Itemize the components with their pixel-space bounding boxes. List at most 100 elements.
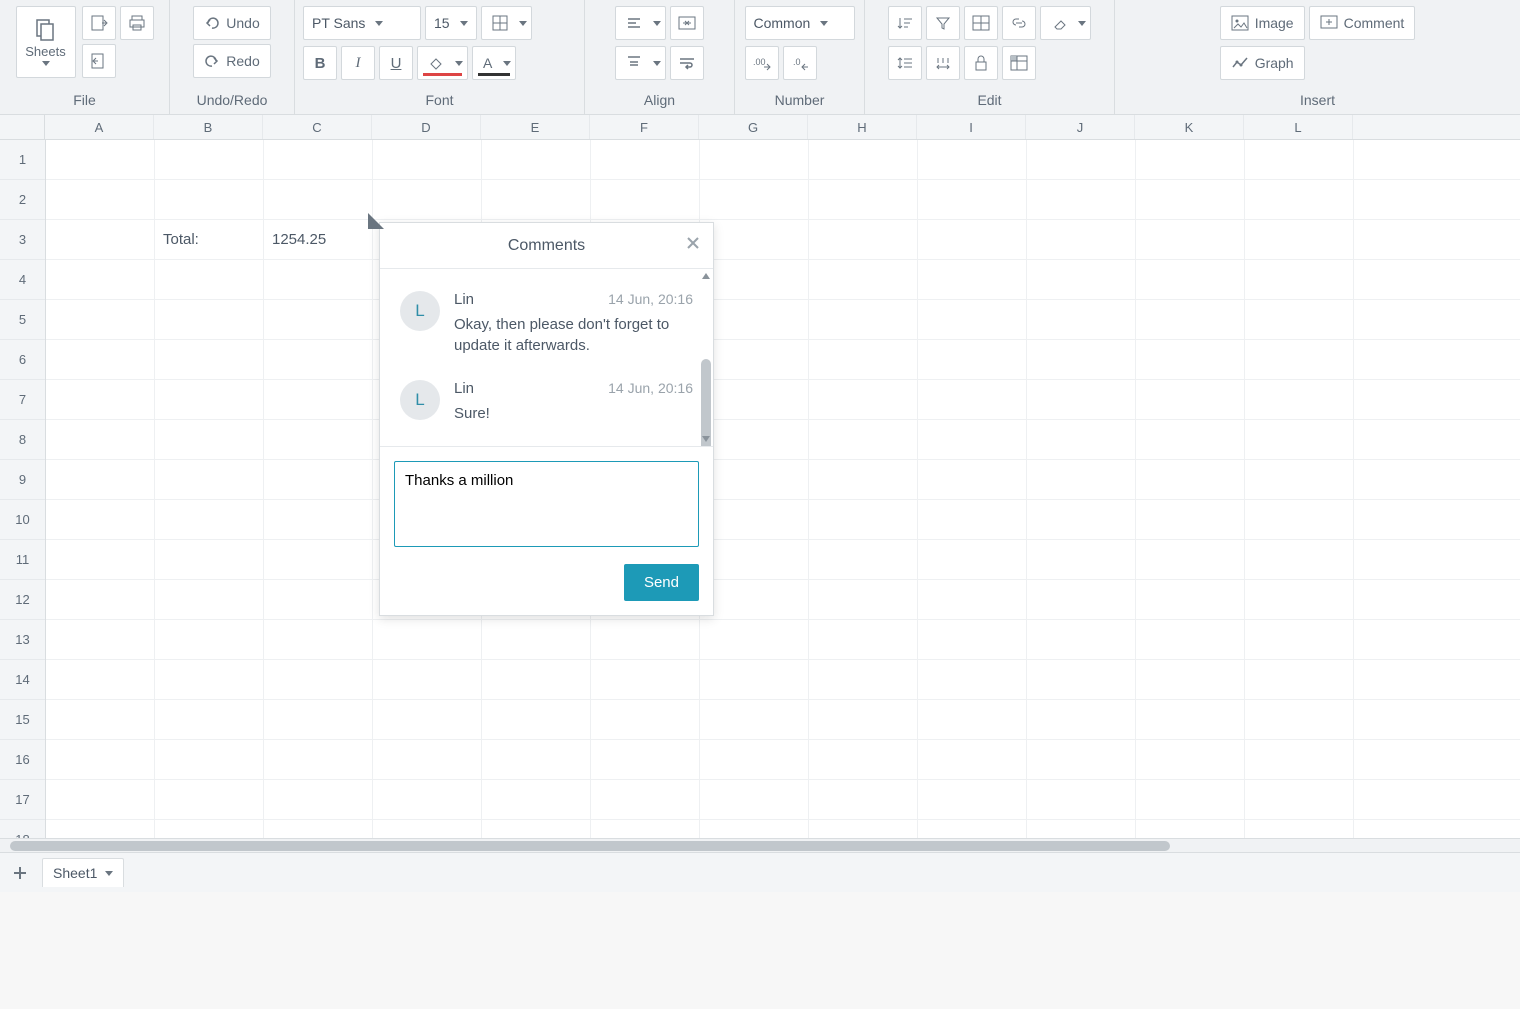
export-button[interactable] <box>82 44 116 78</box>
add-sheet-button[interactable] <box>6 859 34 887</box>
row-header[interactable]: 5 <box>0 300 45 340</box>
row-header[interactable]: 15 <box>0 700 45 740</box>
comments-title: Comments <box>508 237 585 255</box>
text-color-icon: A <box>483 55 492 71</box>
comment-input[interactable] <box>394 461 699 547</box>
row-header[interactable]: 2 <box>0 180 45 220</box>
row-header[interactable]: 12 <box>0 580 45 620</box>
increase-decimal-button[interactable]: .00 <box>745 46 779 80</box>
halign-button[interactable] <box>615 6 666 40</box>
lock-button[interactable] <box>964 46 998 80</box>
image-button[interactable]: Image <box>1220 6 1305 40</box>
chevron-down-icon <box>1078 21 1086 26</box>
valign-button[interactable] <box>615 46 666 80</box>
horizontal-scrollbar[interactable] <box>0 838 1520 852</box>
comment-text: Sure! <box>454 403 693 424</box>
link-button[interactable] <box>1002 6 1036 40</box>
col-header[interactable]: C <box>263 115 372 139</box>
row-header[interactable]: 11 <box>0 540 45 580</box>
row-header[interactable]: 3 <box>0 220 45 260</box>
row-header[interactable]: 10 <box>0 500 45 540</box>
close-icon <box>685 235 701 251</box>
decrease-decimal-button[interactable]: .0 <box>783 46 817 80</box>
italic-button[interactable]: I <box>341 46 375 80</box>
eraser-icon <box>1051 15 1067 31</box>
col-header[interactable]: A <box>45 115 154 139</box>
row-header[interactable]: 17 <box>0 780 45 820</box>
sort-button[interactable] <box>888 6 922 40</box>
freeze-button[interactable] <box>1002 46 1036 80</box>
comment-icon <box>1320 15 1338 31</box>
wrap-button[interactable] <box>670 46 704 80</box>
hscroll-thumb[interactable] <box>10 841 1170 851</box>
font-size-select[interactable]: 15 <box>425 6 477 40</box>
row-header[interactable]: 16 <box>0 740 45 780</box>
underline-button[interactable]: U <box>379 46 413 80</box>
export-icon <box>90 52 108 70</box>
row-header[interactable]: 8 <box>0 420 45 460</box>
sheet-tab[interactable]: Sheet1 <box>42 858 124 887</box>
row-header[interactable]: 13 <box>0 620 45 660</box>
col-header[interactable]: F <box>590 115 699 139</box>
group-align: Align <box>585 0 735 114</box>
col-width-button[interactable] <box>926 46 960 80</box>
number-format-select[interactable]: Common <box>745 6 855 40</box>
comment-author: Lin <box>454 380 474 397</box>
comments-scrollbar[interactable] <box>699 269 713 446</box>
underline-icon: U <box>391 55 402 72</box>
col-header[interactable]: J <box>1026 115 1135 139</box>
comment-button[interactable]: Comment <box>1309 6 1416 40</box>
clear-button[interactable] <box>1040 6 1091 40</box>
graph-button[interactable]: Graph <box>1220 46 1305 80</box>
select-all-corner[interactable] <box>0 115 45 139</box>
col-header[interactable]: I <box>917 115 1026 139</box>
halign-icon <box>626 15 642 31</box>
fill-color-button[interactable] <box>417 46 468 80</box>
import-button[interactable] <box>82 6 116 40</box>
font-family-select[interactable]: PT Sans <box>303 6 421 40</box>
fill-icon <box>428 56 444 70</box>
col-header[interactable]: L <box>1244 115 1353 139</box>
merge-button[interactable] <box>670 6 704 40</box>
chevron-down-icon <box>375 21 383 26</box>
cell-B3[interactable]: Total: <box>155 220 264 259</box>
row-header[interactable]: 1 <box>0 140 45 180</box>
comments-popup: Comments L Lin 14 Jun, 20:16 Okay, <box>379 222 714 616</box>
row-header[interactable]: 9 <box>0 460 45 500</box>
italic-icon: I <box>356 55 361 72</box>
row-header[interactable]: 4 <box>0 260 45 300</box>
col-header[interactable]: H <box>808 115 917 139</box>
text-color-button[interactable]: A <box>472 46 516 80</box>
sheets-label: Sheets <box>25 44 65 59</box>
redo-button[interactable]: Redo <box>193 44 270 78</box>
text-color-swatch <box>478 73 510 76</box>
comment-item: L Lin 14 Jun, 20:16 Okay, then please do… <box>380 279 713 368</box>
group-font: PT Sans 15 B I U A Font <box>295 0 585 114</box>
row-header[interactable]: 14 <box>0 660 45 700</box>
close-button[interactable] <box>685 235 701 251</box>
send-button[interactable]: Send <box>624 564 699 601</box>
col-width-icon <box>934 55 952 71</box>
print-button[interactable] <box>120 6 154 40</box>
col-header[interactable]: E <box>481 115 590 139</box>
row-header[interactable]: 18 <box>0 820 45 838</box>
bold-button[interactable]: B <box>303 46 337 80</box>
col-header[interactable]: B <box>154 115 263 139</box>
cells-button[interactable] <box>964 6 998 40</box>
bold-icon: B <box>315 55 326 72</box>
row-height-button[interactable] <box>888 46 922 80</box>
file-group-label: File <box>73 92 96 112</box>
cells-area[interactable]: Total:1254.25 Comments <box>46 140 1520 838</box>
filter-button[interactable] <box>926 6 960 40</box>
row-header[interactable]: 7 <box>0 380 45 420</box>
undo-button[interactable]: Undo <box>193 6 270 40</box>
cell-C3[interactable]: 1254.25 <box>264 220 373 259</box>
col-header[interactable]: D <box>372 115 481 139</box>
sheets-button[interactable]: Sheets <box>16 6 76 78</box>
column-headers: A B C D E F G H I J K L <box>0 115 1520 140</box>
col-header[interactable]: K <box>1135 115 1244 139</box>
row-header[interactable]: 6 <box>0 340 45 380</box>
col-header[interactable]: G <box>699 115 808 139</box>
undoredo-group-label: Undo/Redo <box>197 92 268 112</box>
borders-button[interactable] <box>481 6 532 40</box>
